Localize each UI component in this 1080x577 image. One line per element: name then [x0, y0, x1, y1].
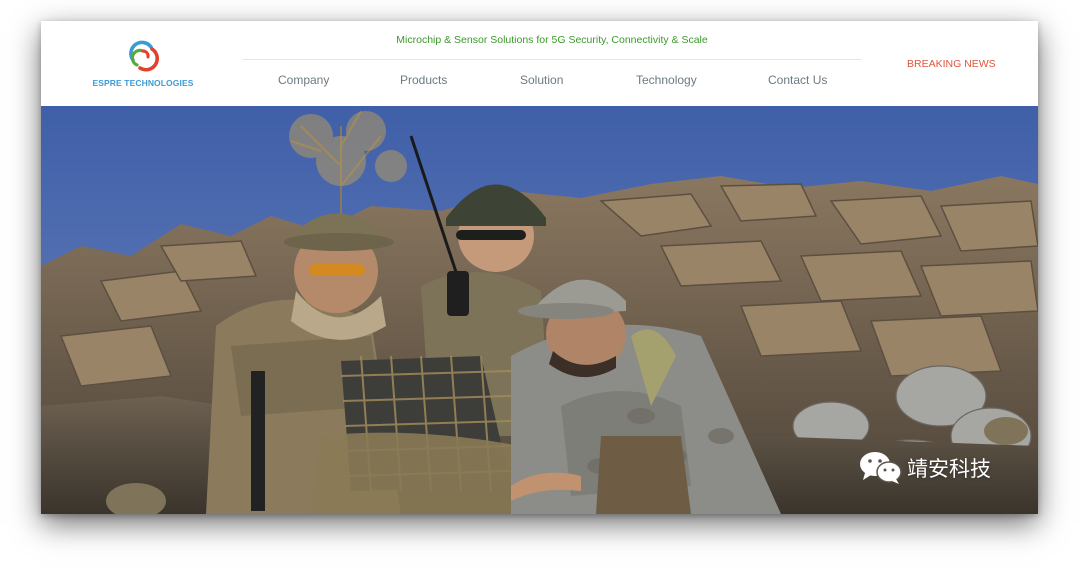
main-nav: Company Products Solution Technology Con… [242, 69, 862, 93]
browser-window: ESPRE TECHNOLOGIES Microchip & Sensor So… [41, 21, 1038, 514]
hero-image: 靖安科技 [41, 106, 1038, 514]
swirl-logo-icon [129, 40, 160, 72]
nav-item-technology[interactable]: Technology [636, 73, 697, 87]
site-header: ESPRE TECHNOLOGIES Microchip & Sensor So… [41, 21, 1038, 106]
brand-name: ESPRE TECHNOLOGIES [92, 78, 194, 88]
brand-logo[interactable]: ESPRE TECHNOLOGIES [91, 38, 195, 90]
nav-item-company[interactable]: Company [278, 73, 329, 87]
wechat-icon [860, 452, 902, 484]
breaking-news-link[interactable]: BREAKING NEWS [907, 58, 996, 70]
nav-divider [242, 59, 862, 60]
nav-item-solution[interactable]: Solution [520, 73, 563, 87]
header-tagline: Microchip & Sensor Solutions for 5G Secu… [396, 34, 708, 46]
nav-item-contact-us[interactable]: Contact Us [768, 73, 827, 87]
wechat-watermark: 靖安科技 [859, 451, 991, 485]
nav-item-products[interactable]: Products [400, 73, 447, 87]
watermark-text: 靖安科技 [907, 457, 991, 481]
